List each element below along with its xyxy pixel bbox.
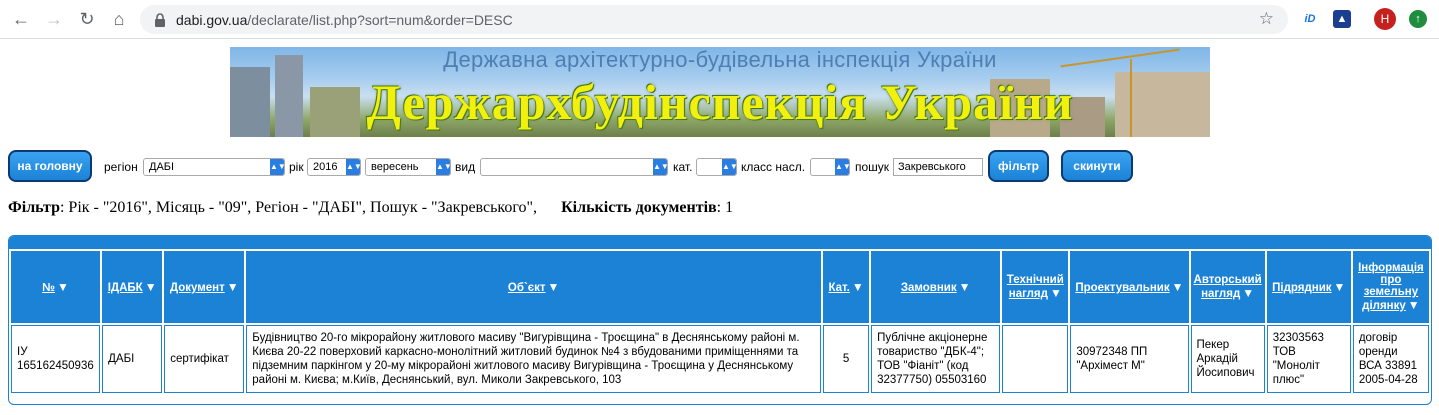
- column-header-designer[interactable]: Проектувальник ▼: [1070, 251, 1189, 323]
- sort-triangle-icon[interactable]: ▼: [852, 280, 864, 294]
- year-label: рік: [289, 160, 304, 174]
- sort-triangle-icon[interactable]: ▼: [1050, 286, 1062, 300]
- column-header-customer[interactable]: Замовник ▼: [871, 251, 1001, 323]
- table-row: ІУ 165162450936 ДАБІ сертифікат Будівниц…: [11, 325, 1429, 393]
- column-header-contractor[interactable]: Підрядник ▼: [1266, 251, 1351, 323]
- filter-bar: на головну регіон ДАБІ ▲▼ рік 2016 ▲▼ вере…: [0, 150, 1439, 184]
- chevron-down-icon: ▲▼: [722, 159, 736, 175]
- type-select[interactable]: ▲▼: [480, 158, 668, 176]
- update-icon[interactable]: ↑: [1409, 10, 1427, 28]
- sort-triangle-icon[interactable]: ▼: [548, 280, 560, 294]
- chevron-down-icon: ▲▼: [270, 159, 284, 175]
- column-header-label[interactable]: Кат.: [828, 282, 849, 294]
- chevron-down-icon: ▲▼: [835, 159, 849, 175]
- sort-triangle-icon[interactable]: ▼: [959, 280, 971, 294]
- class-select[interactable]: ▲▼: [810, 158, 850, 176]
- filter-summary-text: : Рік - "2016", Місяць - "09", Регіон - …: [59, 199, 538, 216]
- sort-triangle-icon[interactable]: ▼: [1172, 280, 1184, 294]
- column-header-label[interactable]: ІДАБК: [108, 282, 143, 294]
- category-select[interactable]: ▲▼: [696, 158, 737, 176]
- sort-triangle-icon[interactable]: ▼: [1334, 280, 1346, 294]
- column-header-num[interactable]: № ▼: [11, 251, 101, 323]
- column-header-author-supervision[interactable]: Авторський нагляд ▼: [1190, 251, 1265, 323]
- class-label: класс насл.: [741, 160, 806, 174]
- cell-contractor: 32303563 ТОВ "Моноліт плюс": [1266, 325, 1351, 393]
- profile-avatar[interactable]: H: [1374, 8, 1396, 30]
- column-header-tech-supervision[interactable]: Технічний нагляд ▼: [1002, 251, 1069, 323]
- back-arrow-icon[interactable]: ←: [10, 8, 32, 30]
- chevron-down-icon: ▲▼: [653, 159, 667, 175]
- column-header-idabk[interactable]: ІДАБК ▼: [102, 251, 163, 323]
- reload-icon[interactable]: ↻: [76, 8, 98, 30]
- profile-initial: H: [1380, 12, 1390, 26]
- search-label: пошук: [855, 160, 890, 174]
- chevron-down-icon: ▲▼: [436, 159, 450, 175]
- column-header-category[interactable]: Кат. ▼: [823, 251, 870, 323]
- type-label: вид: [455, 160, 476, 174]
- table-top-bar: [9, 236, 1431, 249]
- extension-id-label: iD: [1304, 13, 1316, 25]
- column-header-land-info[interactable]: Інформація про земельну ділянку ▼: [1352, 251, 1429, 323]
- region-label: регіон: [104, 160, 138, 174]
- filter-summary: Фільтр: Рік - "2016", Місяць - "09", Рег…: [8, 199, 733, 217]
- banner-subtitle: Державна архітектурно-будівельна інспекц…: [443, 47, 997, 72]
- month-select-value: вересень: [371, 161, 419, 173]
- column-header-label[interactable]: Документ: [170, 282, 225, 294]
- region-select[interactable]: ДАБІ ▲▼: [143, 158, 285, 176]
- cell-object: Будівництво 20-го мікрорайону житлового …: [246, 325, 822, 393]
- cell-designer: 30972348 ПП "Архімест М": [1070, 325, 1189, 393]
- cell-author-supervision: Пекер Аркадій Йосипович: [1190, 325, 1265, 393]
- column-header-label[interactable]: №: [42, 282, 55, 294]
- table-header-row: № ▼ ІДАБК ▼ Документ ▼ Об`єкт ▼ Кат. ▼ Замовн…: [11, 251, 1429, 323]
- home-button[interactable]: на головну: [8, 150, 92, 182]
- column-header-document[interactable]: Документ ▼: [164, 251, 245, 323]
- sort-triangle-icon[interactable]: ▼: [227, 280, 239, 294]
- site-banner: Державна архітектурно-будівельна інспекц…: [230, 47, 1210, 137]
- filter-summary-label: Фільтр: [8, 199, 60, 216]
- extension-id-icon[interactable]: iD: [1301, 10, 1319, 28]
- cell-idabk: ДАБІ: [102, 325, 163, 393]
- sort-triangle-icon[interactable]: ▼: [1408, 298, 1420, 312]
- document-count-label: Кількість документів: [561, 199, 717, 216]
- search-input[interactable]: [893, 158, 983, 176]
- bookmark-star-icon[interactable]: ☆: [1259, 9, 1274, 29]
- browser-toolbar: ← → ↻ ⌂ dabi.gov.ua/declarate/list.php?s…: [0, 0, 1439, 39]
- home-icon[interactable]: ⌂: [108, 8, 130, 30]
- column-header-label[interactable]: Замовник: [901, 282, 957, 294]
- cell-document: сертифікат: [164, 325, 245, 393]
- region-select-value: ДАБІ: [149, 161, 175, 173]
- url-path: /declarate/list.php?sort=num&order=DESC: [247, 11, 513, 28]
- lock-icon: [155, 12, 165, 27]
- column-header-object[interactable]: Об`єкт ▼: [246, 251, 822, 323]
- column-header-label[interactable]: Підрядник: [1272, 282, 1331, 294]
- cell-tech-supervision: [1002, 325, 1069, 393]
- category-label: кат.: [673, 160, 693, 174]
- results-table-container: № ▼ ІДАБК ▼ Документ ▼ Об`єкт ▼ Кат. ▼ Замовн…: [8, 235, 1432, 405]
- sort-triangle-icon[interactable]: ▼: [57, 280, 69, 294]
- cell-customer: Публічне акціонерне товариство "ДБК-4"; …: [871, 325, 1001, 393]
- address-bar[interactable]: dabi.gov.ua/declarate/list.php?sort=num&…: [140, 5, 1288, 34]
- sort-triangle-icon[interactable]: ▼: [145, 280, 157, 294]
- year-select[interactable]: 2016 ▲▼: [307, 158, 361, 176]
- chevron-down-icon: ▲▼: [346, 159, 360, 175]
- reset-button[interactable]: скинути: [1061, 150, 1133, 182]
- results-table: № ▼ ІДАБК ▼ Документ ▼ Об`єкт ▼ Кат. ▼ Замовн…: [9, 249, 1431, 395]
- column-header-label[interactable]: Проектувальник: [1075, 282, 1169, 294]
- year-select-value: 2016: [313, 161, 338, 173]
- cell-land-info: договір оренди ВСА 33891 2005-04-28: [1352, 325, 1429, 393]
- extension-app-icon[interactable]: ▲: [1333, 10, 1351, 28]
- filter-button[interactable]: фільтр: [988, 150, 1049, 182]
- column-header-label[interactable]: Об`єкт: [508, 282, 546, 294]
- url-host: dabi.gov.ua: [176, 11, 248, 28]
- sort-triangle-icon[interactable]: ▼: [1242, 286, 1254, 300]
- document-count-value: : 1: [716, 199, 734, 216]
- forward-arrow-icon[interactable]: →: [43, 8, 65, 30]
- cell-category: 5: [823, 325, 870, 393]
- cell-num: ІУ 165162450936: [11, 325, 101, 393]
- banner-title: Держархбудінспекція України: [366, 74, 1074, 130]
- month-select[interactable]: вересень ▲▼: [365, 158, 451, 176]
